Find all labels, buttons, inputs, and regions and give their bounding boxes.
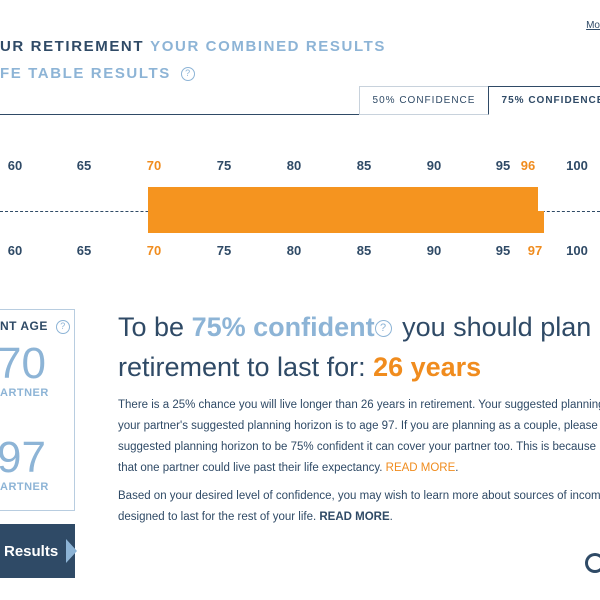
partner-age-axis: 60 65 70 75 80 85 90 95 97 100 xyxy=(0,243,600,261)
your-retirement-age-value: 70 xyxy=(0,339,46,388)
help-icon[interactable]: ? xyxy=(55,319,70,334)
heading-line-2: retirement to last for: 26 years xyxy=(118,347,591,387)
arrow-right-icon xyxy=(66,539,78,563)
your-age-axis: 60 65 70 75 80 85 90 95 96 100 xyxy=(0,158,600,176)
years-value: 26 years xyxy=(373,352,482,382)
your-age-label: ARTNER xyxy=(0,387,49,399)
tick-label: 95 xyxy=(495,243,511,258)
explanation-paragraph: There is a 25% chance you will live long… xyxy=(118,395,600,479)
confidence-heading: To be 75% confident? you should plan ret… xyxy=(118,307,591,387)
tick-label: 85 xyxy=(356,243,372,258)
paragraph-text: designed to last for the rest of your li… xyxy=(118,511,320,523)
tick-label: 85 xyxy=(356,158,372,173)
age-panel-heading: NT AGE ? xyxy=(0,319,70,334)
partner-horizon-age-value: 97 xyxy=(0,433,46,482)
paragraph-line: that one partner could live past their l… xyxy=(118,462,459,474)
paragraph-end: . xyxy=(389,511,393,523)
brand-logo-icon xyxy=(585,553,600,573)
tick-label: 60 xyxy=(7,243,23,258)
age-panel-title: NT AGE xyxy=(0,319,48,333)
paragraph-line: designed to last for the rest of your li… xyxy=(118,507,600,528)
read-more-link[interactable]: READ MORE xyxy=(386,462,456,474)
title-retirement: UR RETIREMENT xyxy=(0,38,145,55)
help-icon[interactable]: ? xyxy=(374,320,392,338)
income-sources-paragraph: Based on your desired level of confidenc… xyxy=(118,486,600,528)
results-button-label: Results xyxy=(4,542,59,560)
tick-label-end: 96 xyxy=(520,158,536,173)
tick-label: 60 xyxy=(7,158,23,173)
page-title: UR RETIREMENT YOUR COMBINED RESULTS xyxy=(0,38,386,55)
your-planning-horizon-bar xyxy=(148,187,538,211)
paragraph-line: suggested planning horizon to be 75% con… xyxy=(118,441,596,453)
paragraph-text: that one partner could live past their l… xyxy=(118,462,386,474)
heading-line2-text: retirement to last for: xyxy=(118,352,374,382)
partner-age-label: ARTNER xyxy=(0,481,49,493)
tick-label-start: 70 xyxy=(146,243,162,258)
tab-75-confidence[interactable]: 75% CONFIDENCE xyxy=(488,86,600,115)
tick-label: 75 xyxy=(216,158,232,173)
tick-label: 80 xyxy=(286,243,302,258)
tick-label: 90 xyxy=(426,243,442,258)
heading-prefix: To be xyxy=(118,312,192,342)
paragraph-line: There is a 25% chance you will live long… xyxy=(118,399,600,411)
life-table-label: FE TABLE RESULTS xyxy=(0,65,171,82)
tick-label-end: 97 xyxy=(527,243,543,258)
paragraph-line: your partner's suggested planning horizo… xyxy=(118,420,598,432)
more-link[interactable]: Mo xyxy=(586,20,600,31)
tab-50-confidence[interactable]: 50% CONFIDENCE xyxy=(359,86,489,115)
life-table-results-heading: FE TABLE RESULTS ? xyxy=(0,65,195,82)
help-icon[interactable]: ? xyxy=(180,67,195,82)
tick-label-start: 70 xyxy=(146,158,162,173)
tick-label: 75 xyxy=(216,243,232,258)
tick-label: 100 xyxy=(566,243,588,258)
tick-label: 65 xyxy=(76,158,92,173)
paragraph-line: Based on your desired level of confidenc… xyxy=(118,490,600,502)
tick-label: 65 xyxy=(76,243,92,258)
tick-label: 80 xyxy=(286,158,302,173)
results-button[interactable]: Results xyxy=(0,524,78,578)
tick-label: 90 xyxy=(426,158,442,173)
tick-label: 95 xyxy=(495,158,511,173)
heading-line-1: To be 75% confident? you should plan xyxy=(118,307,591,347)
confidence-value: 75% confident xyxy=(191,312,375,342)
heading-mid: you should plan xyxy=(394,312,592,342)
partner-planning-horizon-bar xyxy=(148,211,544,233)
read-more-link[interactable]: READ MORE xyxy=(319,511,389,523)
tick-label: 100 xyxy=(566,158,588,173)
title-combined-results[interactable]: YOUR COMBINED RESULTS xyxy=(150,38,386,55)
